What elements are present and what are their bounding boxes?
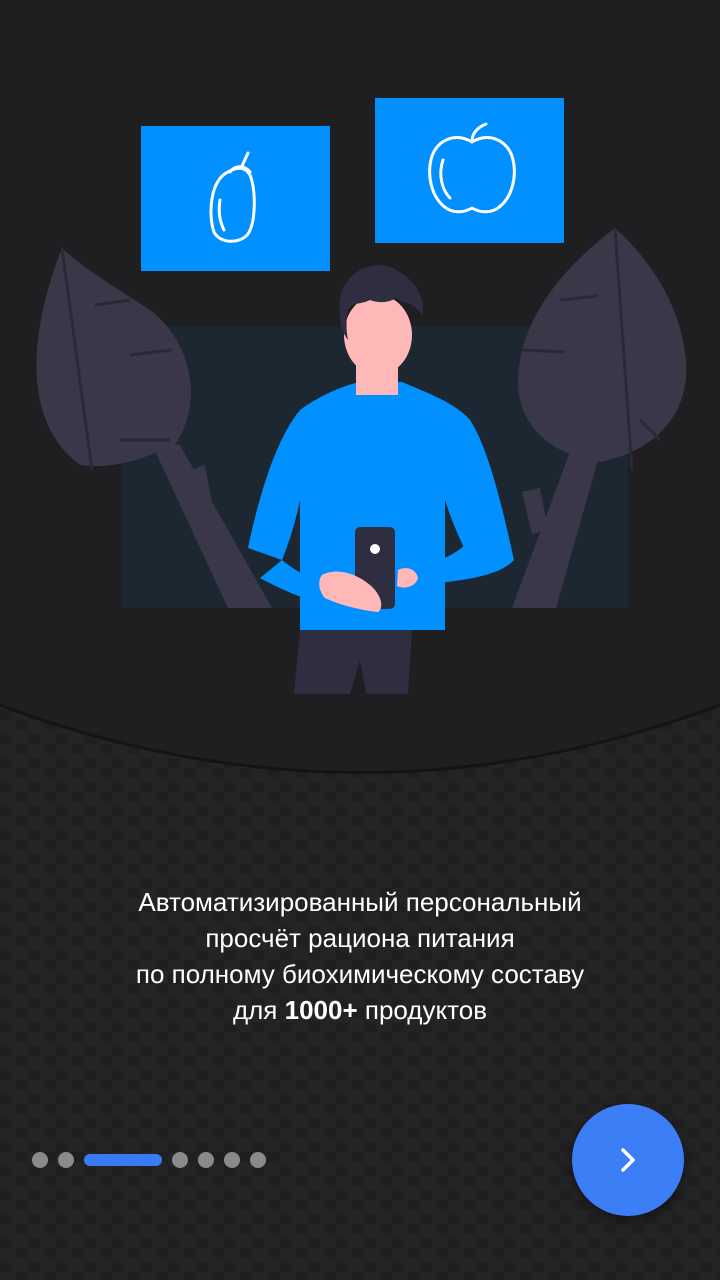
description-line-2: просчёт рациона питания: [205, 923, 515, 953]
page-dot[interactable]: [198, 1152, 214, 1168]
page-dot[interactable]: [58, 1152, 74, 1168]
description-line-1: Автоматизированный персональный: [138, 887, 582, 917]
eggplant-card: [141, 126, 330, 271]
page-dot[interactable]: [250, 1152, 266, 1168]
page-dot-active[interactable]: [84, 1154, 162, 1166]
description-line-4: для 1000+ продуктов: [40, 992, 680, 1028]
description-line-4-suffix: продуктов: [357, 995, 488, 1025]
page-dot[interactable]: [32, 1152, 48, 1168]
onboarding-screen: Автоматизированный персональный просчёт …: [0, 0, 720, 1280]
page-dot[interactable]: [172, 1152, 188, 1168]
description-line-3: по полному биохимическому составу: [135, 959, 585, 989]
chevron-right-icon: [621, 1148, 635, 1172]
page-indicator: [32, 1151, 276, 1169]
next-button[interactable]: [572, 1104, 684, 1216]
onboarding-description: Автоматизированный персональный просчёт …: [40, 884, 680, 1028]
product-count: 1000+: [284, 995, 358, 1025]
apple-card: [375, 98, 564, 243]
description-line-4-prefix: для: [232, 995, 285, 1025]
hero-illustration: [36, 98, 687, 694]
page-dot[interactable]: [224, 1152, 240, 1168]
